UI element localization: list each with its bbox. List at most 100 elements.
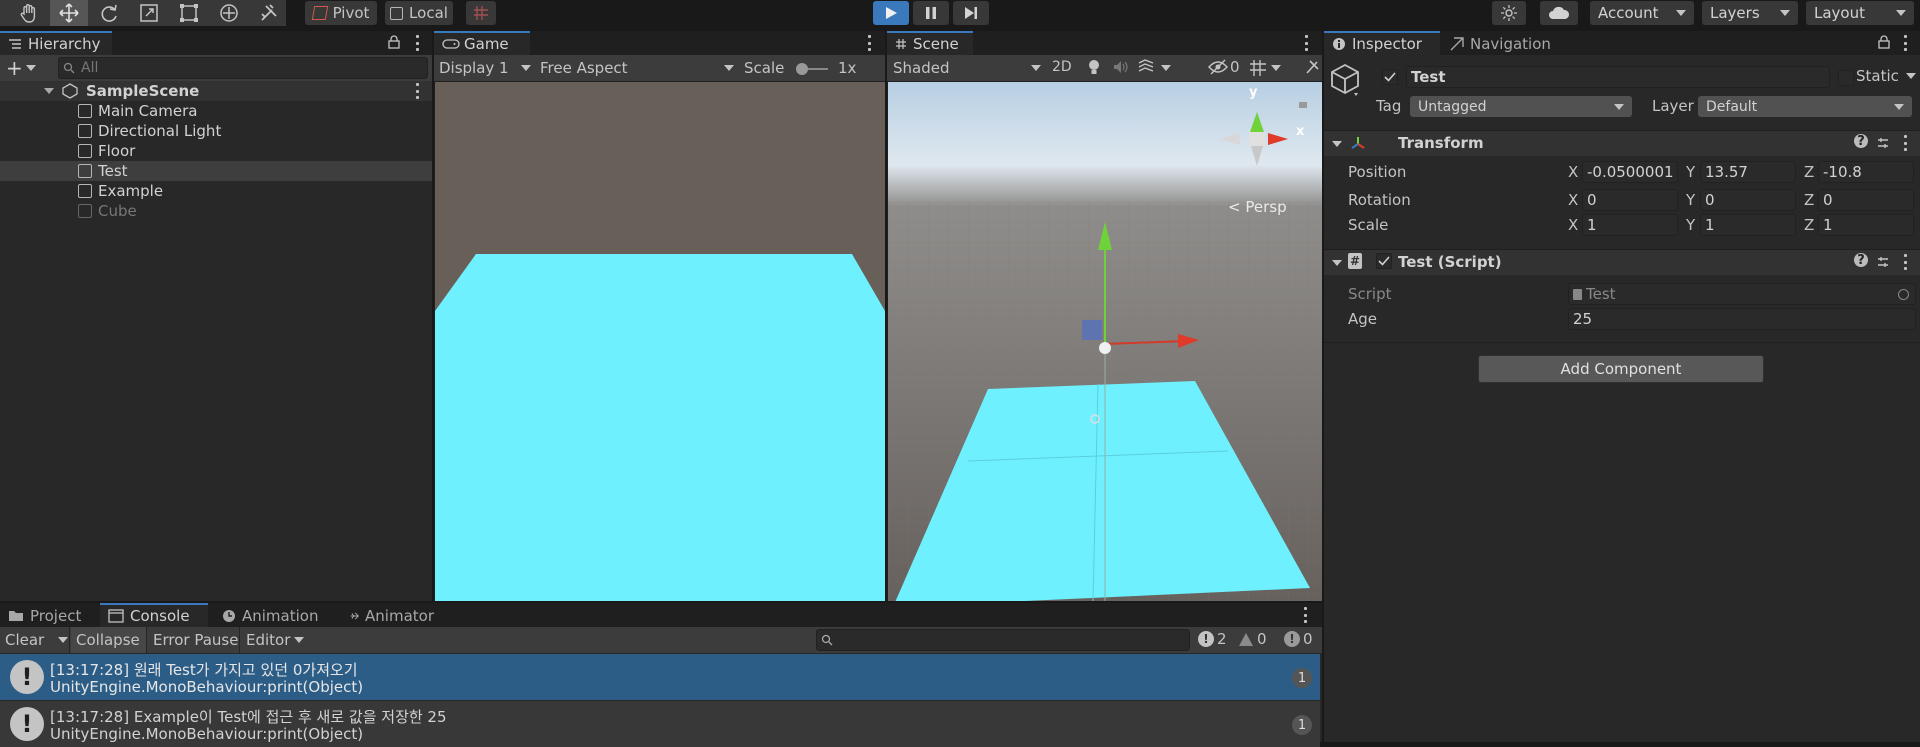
kebab-menu-icon[interactable] xyxy=(1904,135,1908,151)
pause-button[interactable] xyxy=(913,1,949,25)
pivot-toggle[interactable]: Pivot xyxy=(305,1,377,25)
expand-caret-icon[interactable] xyxy=(1332,141,1342,147)
chevron-down-icon[interactable] xyxy=(26,65,36,71)
move-tool-icon[interactable] xyxy=(50,0,88,26)
lightbulb-icon[interactable] xyxy=(1087,58,1101,80)
tag-dropdown[interactable]: Untagged xyxy=(1410,96,1632,117)
account-dropdown[interactable]: Account xyxy=(1590,1,1694,25)
kebab-menu-icon[interactable] xyxy=(1904,35,1908,51)
tab-scene[interactable]: Scene xyxy=(887,31,973,55)
help-icon[interactable]: ? xyxy=(1854,253,1868,268)
object-name-field[interactable]: Test xyxy=(1406,66,1830,88)
scale-y-field[interactable]: 1 xyxy=(1700,214,1796,236)
lock-icon[interactable] xyxy=(1878,35,1890,53)
aspect-dropdown[interactable]: Free Aspect xyxy=(540,59,734,77)
transform-tool-icon[interactable] xyxy=(210,0,248,26)
console-search-input[interactable] xyxy=(816,629,1190,651)
tab-game[interactable]: Game xyxy=(434,31,530,55)
expand-caret-icon[interactable] xyxy=(44,88,54,94)
collapse-toggle[interactable]: Collapse xyxy=(71,627,147,653)
gameobject-big-icon[interactable] xyxy=(1330,63,1362,101)
hierarchy-item-directional-light[interactable]: Directional Light xyxy=(0,121,432,141)
hierarchy-item-main-camera[interactable]: Main Camera xyxy=(0,101,432,121)
custom-tool-icon[interactable] xyxy=(250,0,288,26)
scale-x-field[interactable]: 1 xyxy=(1582,214,1678,236)
script-component-header[interactable]: # Test (Script) ? xyxy=(1324,249,1920,275)
tab-animator[interactable]: Animator xyxy=(342,603,442,627)
hand-tool-icon[interactable] xyxy=(10,0,48,26)
log-filter-toggle[interactable]: ! 2 xyxy=(1198,630,1227,648)
tab-console[interactable]: Console xyxy=(100,603,208,627)
display-dropdown[interactable]: Display 1 xyxy=(439,59,531,77)
scale-slider[interactable]: Scale 1x xyxy=(744,59,856,77)
hidden-objects-icon[interactable] xyxy=(1208,59,1228,79)
tab-project[interactable]: Project xyxy=(0,603,96,627)
hierarchy-search-input[interactable]: All xyxy=(58,57,428,79)
tab-animation[interactable]: Animation xyxy=(214,603,332,627)
grid-toggle-icon[interactable] xyxy=(1249,59,1267,81)
preset-icon[interactable] xyxy=(1876,255,1890,269)
shading-dropdown[interactable]: Shaded xyxy=(893,59,1041,77)
error-pause-toggle[interactable]: Error Pause xyxy=(148,627,240,653)
tab-hierarchy[interactable]: Hierarchy xyxy=(0,31,112,55)
kebab-menu-icon[interactable] xyxy=(416,35,420,51)
grid-snap-button[interactable] xyxy=(466,1,496,25)
chevron-down-icon[interactable] xyxy=(1161,65,1171,71)
hierarchy-item-floor[interactable]: Floor xyxy=(0,141,432,161)
static-dropdown[interactable]: Static xyxy=(1856,67,1916,85)
local-toggle[interactable]: Local xyxy=(385,1,453,25)
error-filter-toggle[interactable]: ! 0 xyxy=(1284,630,1313,648)
rect-tool-icon[interactable] xyxy=(170,0,208,26)
services-button[interactable] xyxy=(1492,1,1526,25)
rotation-z-field[interactable]: 0 xyxy=(1818,189,1914,211)
hierarchy-item-example[interactable]: Example xyxy=(0,181,432,201)
hierarchy-item-cube[interactable]: Cube xyxy=(0,201,432,221)
step-button[interactable] xyxy=(953,1,989,25)
layers-dropdown[interactable]: Layers xyxy=(1702,1,1798,25)
play-button[interactable] xyxy=(873,1,909,25)
hierarchy-item-test[interactable]: Test xyxy=(0,161,432,181)
enabled-checkbox[interactable] xyxy=(1376,253,1392,269)
console-log-entry[interactable]: ! [13:17:28] Example이 Test에 접근 후 새로 값을 저… xyxy=(0,701,1320,747)
chevron-down-icon[interactable] xyxy=(1271,65,1281,71)
kebab-menu-icon[interactable] xyxy=(1305,35,1309,51)
effects-icon[interactable] xyxy=(1137,59,1155,79)
active-checkbox[interactable] xyxy=(1382,69,1398,85)
warning-filter-toggle[interactable]: 0 xyxy=(1238,630,1267,648)
kebab-menu-icon[interactable] xyxy=(1904,254,1908,270)
2d-toggle[interactable]: 2D xyxy=(1052,59,1072,75)
position-x-field[interactable]: -0.0500001 xyxy=(1582,161,1678,183)
scale-z-field[interactable]: 1 xyxy=(1818,214,1914,236)
scene-row[interactable]: SampleScene xyxy=(0,81,432,101)
tab-navigation[interactable]: Navigation xyxy=(1442,31,1578,55)
add-component-button[interactable]: Add Component xyxy=(1478,355,1764,383)
cloud-button[interactable] xyxy=(1540,1,1578,25)
object-picker-icon[interactable] xyxy=(1898,289,1909,300)
position-z-field[interactable]: -10.8 xyxy=(1818,161,1914,183)
help-icon[interactable]: ? xyxy=(1854,134,1868,149)
clear-button[interactable]: Clear xyxy=(0,627,70,653)
age-field[interactable]: 25 xyxy=(1568,308,1916,330)
kebab-menu-icon[interactable] xyxy=(868,35,872,51)
scale-tool-icon[interactable] xyxy=(130,0,168,26)
audio-icon[interactable] xyxy=(1113,60,1129,78)
editor-dropdown[interactable]: Editor xyxy=(241,627,307,653)
tab-inspector[interactable]: Inspector xyxy=(1324,31,1440,55)
layer-dropdown[interactable]: Default xyxy=(1698,96,1912,117)
chevron-down-icon[interactable] xyxy=(58,637,69,643)
transform-header[interactable]: Transform ? xyxy=(1324,130,1920,156)
lock-icon[interactable] xyxy=(388,35,400,53)
rotation-y-field[interactable]: 0 xyxy=(1700,189,1796,211)
rotate-tool-icon[interactable] xyxy=(90,0,128,26)
static-checkbox[interactable] xyxy=(1838,70,1854,86)
tools-icon[interactable] xyxy=(1305,59,1319,79)
projection-toggle[interactable]: < Persp xyxy=(1228,198,1287,216)
layout-dropdown[interactable]: Layout xyxy=(1806,1,1914,25)
kebab-menu-icon[interactable] xyxy=(416,83,420,99)
expand-caret-icon[interactable] xyxy=(1332,260,1342,266)
scene-viewport[interactable]: y x < Persp xyxy=(888,82,1322,601)
kebab-menu-icon[interactable] xyxy=(1304,607,1308,623)
console-log-entry[interactable]: ! [13:17:28] 원래 Test가 가지고 있던 0가져오기 Unity… xyxy=(0,654,1320,700)
rotation-x-field[interactable]: 0 xyxy=(1582,189,1678,211)
game-viewport[interactable] xyxy=(435,82,885,601)
